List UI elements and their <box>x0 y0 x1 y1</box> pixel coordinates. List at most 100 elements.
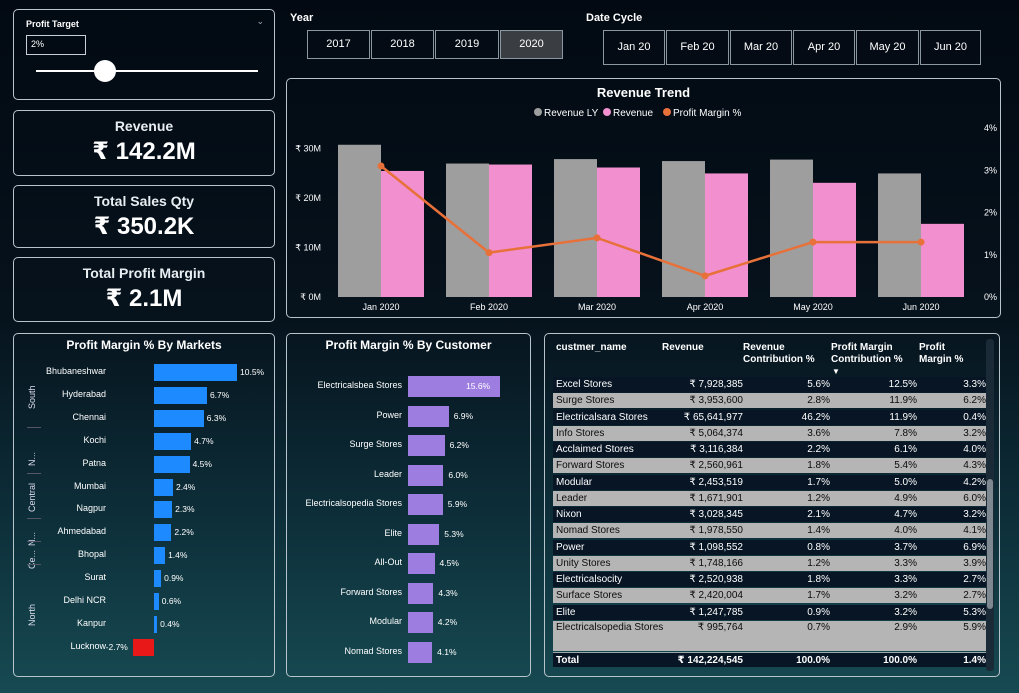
table-cell: 5.0% <box>894 476 917 488</box>
table-cell: 1.2% <box>807 557 830 569</box>
table-cell: Acclaimed Stores <box>556 444 634 455</box>
market-bar[interactable] <box>154 547 166 565</box>
legend-item[interactable]: Profit Margin % <box>673 108 741 119</box>
table-row[interactable]: Elite ₹ 1,247,785 0.9% 3.2% 5.3% <box>553 604 986 620</box>
bar-revenue-ly[interactable] <box>446 163 489 297</box>
customer-label: Nomad Stores <box>344 645 402 656</box>
market-bar[interactable] <box>154 432 192 450</box>
bar-revenue[interactable] <box>705 173 748 297</box>
table-cell: 5.3% <box>963 606 986 618</box>
market-bar[interactable] <box>154 409 204 427</box>
col-header-profit-margin[interactable]: Profit Margin % <box>919 342 979 366</box>
customer-bar[interactable] <box>408 612 433 633</box>
customer-bar[interactable] <box>408 435 445 456</box>
table-row[interactable]: Acclaimed Stores ₹ 3,116,384 2.2% 6.1% 4.0% <box>553 442 986 457</box>
legend-item[interactable]: Revenue <box>613 108 653 119</box>
col-header-customer-name[interactable]: custmer_name <box>556 342 627 354</box>
bar-revenue-ly[interactable] <box>878 173 921 297</box>
table-row[interactable]: Power ₹ 1,098,552 0.8% 3.7% 6.9% <box>553 539 986 555</box>
profit-margin-point[interactable] <box>377 162 385 170</box>
table-row[interactable]: Electricalsocity ₹ 2,520,938 1.8% 3.3% 2.7% <box>553 572 986 587</box>
year-button-2019[interactable]: 2019 <box>435 30 499 59</box>
table-cell: 3.6% <box>807 427 830 439</box>
customer-bar[interactable] <box>408 582 434 604</box>
date-button-jun-20[interactable]: Jun 20 <box>920 30 981 65</box>
bar-revenue[interactable] <box>381 170 424 297</box>
bar-revenue-ly[interactable] <box>554 159 597 297</box>
col-header-revenue[interactable]: Revenue <box>662 342 704 354</box>
col-header-profit-margin-contribution[interactable]: Profit Margin Contribution % <box>831 342 915 366</box>
bar-revenue[interactable] <box>921 223 964 297</box>
profit-margin-point[interactable] <box>593 234 601 242</box>
profit-margin-point[interactable] <box>917 238 925 246</box>
profit-target-slider-handle[interactable] <box>93 60 116 82</box>
customer-bar[interactable] <box>408 523 440 545</box>
profit-target-input[interactable]: 2% <box>26 35 86 55</box>
market-bar[interactable] <box>132 638 154 656</box>
market-bar[interactable] <box>154 615 158 633</box>
x-tick-label: Jan 2020 <box>362 302 399 312</box>
table-row[interactable]: Excel Stores ₹ 7,928,385 5.6% 12.5% 3.3% <box>553 377 986 392</box>
chevron-down-icon[interactable]: ⌄ <box>256 16 264 27</box>
table-row[interactable]: Surface Stores ₹ 2,420,004 1.7% 3.2% 2.7% <box>553 588 986 604</box>
table-row[interactable]: Nixon ₹ 3,028,345 2.1% 4.7% 3.2% <box>553 507 986 522</box>
date-button-feb-20[interactable]: Feb 20 <box>666 30 729 65</box>
bar-revenue-ly[interactable] <box>770 159 813 297</box>
bar-revenue-ly[interactable] <box>338 144 381 297</box>
col-header-revenue-contribution[interactable]: Revenue Contribution % <box>743 342 829 366</box>
table-row[interactable]: Info Stores ₹ 5,064,374 3.6% 7.8% 3.2% <box>553 425 986 441</box>
table-row[interactable]: Nomad Stores ₹ 1,978,550 1.4% 4.0% 4.1% <box>553 523 986 539</box>
market-bar[interactable] <box>154 593 159 610</box>
table-row[interactable]: Modular ₹ 2,453,519 1.7% 5.0% 4.2% <box>553 474 986 490</box>
customer-bar[interactable] <box>408 641 433 663</box>
customer-bar[interactable] <box>408 464 444 486</box>
bar-revenue[interactable] <box>489 164 532 297</box>
table-scrollbar[interactable] <box>986 339 994 671</box>
table-cell: 0.8% <box>807 541 830 553</box>
table-cell: 1.4% <box>807 525 830 537</box>
table-row[interactable]: Electricalsara Stores ₹ 65,641,977 46.2% 11… <box>553 409 986 425</box>
customer-bar[interactable] <box>408 405 449 427</box>
market-bar[interactable] <box>154 455 190 473</box>
market-bar[interactable] <box>154 501 173 519</box>
profit-margin-point[interactable] <box>809 238 817 246</box>
customer-label: Electricalsbea Stores <box>317 380 402 390</box>
market-bar[interactable] <box>154 570 162 588</box>
date-button-jan-20[interactable]: Jan 20 <box>603 30 665 65</box>
table-cell: ₹ 2,560,961 <box>689 460 743 472</box>
customer-bar[interactable] <box>408 494 443 515</box>
market-bar[interactable] <box>154 478 173 496</box>
table-row[interactable]: Unity Stores ₹ 1,748,166 1.2% 3.3% 3.9% <box>553 555 986 571</box>
x-tick-label: Mar 2020 <box>578 302 616 312</box>
date-button-apr-20[interactable]: Apr 20 <box>793 30 855 65</box>
profit-target-slider-track[interactable] <box>36 70 258 72</box>
market-bar[interactable] <box>154 524 172 542</box>
table-row[interactable]: Surge Stores ₹ 3,953,600 2.8% 11.9% 6.2% <box>553 393 986 409</box>
table-row[interactable]: Leader ₹ 1,671,901 1.2% 4.9% 6.0% <box>553 490 986 506</box>
customer-label: Leader <box>373 468 402 479</box>
bar-revenue[interactable] <box>597 167 640 297</box>
date-button-mar-20[interactable]: Mar 20 <box>730 30 792 65</box>
date-button-may-20[interactable]: May 20 <box>856 30 919 65</box>
bar-revenue[interactable] <box>813 182 856 297</box>
profit-margin-point[interactable] <box>701 272 709 280</box>
year-button-2017[interactable]: 2017 <box>307 30 370 59</box>
market-bar[interactable] <box>154 386 207 404</box>
x-tick-label: May 2020 <box>793 302 833 312</box>
year-button-2020[interactable]: 2020 <box>500 30 563 59</box>
market-bar-value: 4.7% <box>194 435 214 446</box>
x-tick-label: Apr 2020 <box>687 302 724 312</box>
customer-bar[interactable] <box>408 553 435 574</box>
sort-descending-icon[interactable]: ▼ <box>832 367 840 376</box>
table-cell: ₹ 2,520,938 <box>689 574 743 585</box>
table-row[interactable]: Electricalsopedia Stores ₹ 995,764 0.7% 2.9… <box>553 620 986 651</box>
legend-item[interactable]: Revenue LY <box>544 108 599 119</box>
table-cell: 2.2% <box>807 444 830 455</box>
market-bar[interactable] <box>154 364 237 381</box>
table-row[interactable]: Forward Stores ₹ 2,560,961 1.8% 5.4% 4.3% <box>553 458 986 474</box>
bar-revenue-ly[interactable] <box>662 161 705 297</box>
table-scrollbar-thumb[interactable] <box>987 479 993 609</box>
year-button-2018[interactable]: 2018 <box>371 30 434 59</box>
profit-margin-point[interactable] <box>485 249 493 257</box>
y2-tick-label: 0% <box>984 292 997 302</box>
